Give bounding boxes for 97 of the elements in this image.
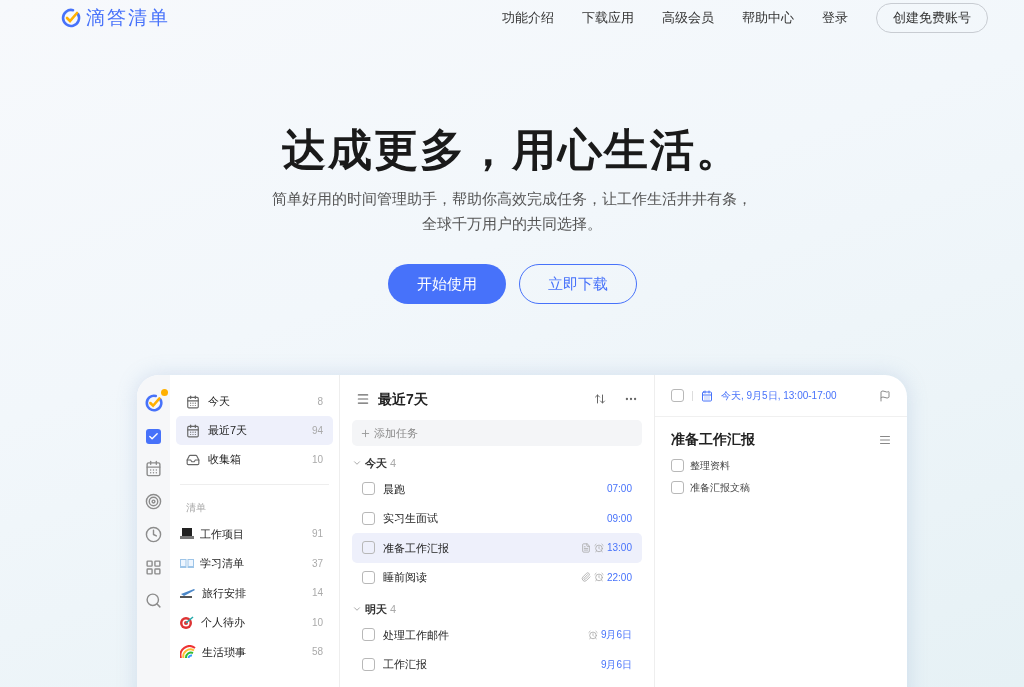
smart-list-item[interactable]: 今天 8 xyxy=(176,387,333,416)
grid-icon[interactable] xyxy=(145,559,162,576)
laptop-icon xyxy=(180,527,194,541)
calendar-icon xyxy=(186,394,200,409)
logo-icon xyxy=(60,7,82,29)
calendar-icon[interactable] xyxy=(145,460,162,477)
menu-icon[interactable] xyxy=(356,392,370,406)
task-row[interactable]: 实习生面试 09:00 xyxy=(352,503,642,533)
list-label: 最近7天 xyxy=(208,423,248,439)
alarm-icon xyxy=(587,629,598,640)
smart-list-item[interactable]: 收集箱 10 xyxy=(176,445,333,474)
list-count: 10 xyxy=(311,453,323,467)
task-row[interactable]: 工作汇报 9月6日 xyxy=(352,649,642,679)
nav-link[interactable]: 下载应用 xyxy=(582,8,634,28)
task-time: 9月6日 xyxy=(600,628,632,643)
subtask-checkbox[interactable] xyxy=(671,481,684,494)
group-header[interactable]: 今天 4 xyxy=(352,452,642,474)
list-label: 工作项目 xyxy=(200,526,244,542)
task-title: 工作汇报 xyxy=(383,657,427,672)
list-label: 学习清单 xyxy=(200,556,244,571)
menu-lines-icon[interactable] xyxy=(879,433,891,446)
add-task-field[interactable]: 添加任务 xyxy=(352,420,642,446)
book-icon xyxy=(180,557,194,569)
airplane-icon xyxy=(180,587,196,599)
list-item[interactable]: 学习清单 37 xyxy=(176,548,333,578)
task-title: 实习生面试 xyxy=(383,511,438,526)
nav-link[interactable]: 高级会员 xyxy=(662,8,714,28)
task-time: 9月6日 xyxy=(600,657,632,672)
task-title: 晨跑 xyxy=(383,481,405,497)
task-title: 准备工作汇报 xyxy=(383,540,449,556)
group-header[interactable]: 明天 4 xyxy=(352,598,642,620)
list-item[interactable]: 个人待办 10 xyxy=(176,607,333,637)
nav-link[interactable]: 登录 xyxy=(822,8,848,28)
task-checkbox[interactable] xyxy=(362,482,375,496)
subtask-checkbox[interactable] xyxy=(671,459,684,472)
hero-title: 达成更多，用心生活。 xyxy=(282,124,742,176)
chevron-icon xyxy=(352,604,362,614)
task-checkbox[interactable] xyxy=(362,657,375,671)
task-date[interactable]: 今天, 9月5日, 13:00-17:00 xyxy=(721,388,837,403)
search-icon[interactable] xyxy=(145,592,162,609)
list-count: 58 xyxy=(311,645,324,660)
task-row[interactable]: 睡前阅读 22:00 xyxy=(352,562,642,592)
sort-icon[interactable] xyxy=(594,393,606,405)
nav-link[interactable]: 功能介绍 xyxy=(502,8,554,28)
checkbox-icon[interactable] xyxy=(146,429,161,444)
rainbow-icon xyxy=(180,645,196,659)
task-time: 13:00 xyxy=(606,541,632,556)
list-count: 37 xyxy=(311,556,324,571)
task-checkbox[interactable] xyxy=(362,570,375,584)
tray-icon xyxy=(186,452,200,467)
list-label: 生活琐事 xyxy=(202,644,246,660)
list-label: 收集箱 xyxy=(208,452,241,468)
task-checkbox[interactable] xyxy=(362,541,375,555)
task-time: 09:00 xyxy=(606,511,632,526)
paperclip-icon xyxy=(580,572,591,583)
task-time: 22:00 xyxy=(606,570,632,585)
subtask-text: 整理资料 xyxy=(690,459,730,473)
nav-link[interactable]: 帮助中心 xyxy=(742,8,794,28)
calendar-icon xyxy=(701,389,713,402)
calendar-icon xyxy=(186,423,200,438)
alarm-icon xyxy=(593,572,604,583)
list-label: 旅行安排 xyxy=(202,585,246,601)
list-count: 10 xyxy=(311,615,324,630)
list-label: 个人待办 xyxy=(201,615,245,630)
chevron-icon xyxy=(352,458,362,468)
logo-text[interactable]: 滴答清单 xyxy=(86,3,170,33)
task-title: 睡前阅读 xyxy=(383,570,427,585)
target-icon[interactable] xyxy=(145,493,162,510)
list-count: 91 xyxy=(311,527,324,542)
clock-icon[interactable] xyxy=(145,526,162,543)
task-row[interactable]: 准备工作汇报 13:00 xyxy=(352,533,642,563)
note-icon xyxy=(580,542,591,553)
panel-title: 最近7天 xyxy=(378,389,428,409)
list-item[interactable]: 旅行安排 14 xyxy=(176,578,333,608)
list-item[interactable]: 工作项目 91 xyxy=(176,519,333,549)
smart-list-item[interactable]: 最近7天 94 xyxy=(176,416,333,445)
task-checkbox[interactable] xyxy=(362,628,375,642)
start-button[interactable]: 开始使用 xyxy=(387,264,506,304)
dartboard-icon xyxy=(180,615,195,630)
task-title: 处理工作邮件 xyxy=(383,627,449,643)
list-count: 14 xyxy=(311,586,324,601)
hero-subtitle: 简单好用的时间管理助手，帮助你高效完成任务，让工作生活井井有条， xyxy=(272,189,752,209)
list-count: 8 xyxy=(317,395,323,409)
task-checkbox[interactable] xyxy=(671,389,684,402)
task-row[interactable]: 晨跑 07:00 xyxy=(352,474,642,504)
hero-subtitle: 全球千万用户的共同选择。 xyxy=(422,214,602,234)
task-time: 07:00 xyxy=(606,482,632,497)
task-checkbox[interactable] xyxy=(362,511,375,525)
list-label: 今天 xyxy=(208,394,230,410)
list-count: 94 xyxy=(311,424,323,438)
flag-icon[interactable] xyxy=(879,389,891,402)
list-item[interactable]: 生活琐事 58 xyxy=(176,637,333,667)
task-row[interactable]: 处理工作邮件 9月6日 xyxy=(352,620,642,650)
detail-title: 准备工作汇报 xyxy=(671,430,755,449)
alarm-icon xyxy=(593,542,604,553)
section-heading: 清单 xyxy=(185,500,207,515)
subtask-text: 准备汇报文稿 xyxy=(690,481,750,495)
